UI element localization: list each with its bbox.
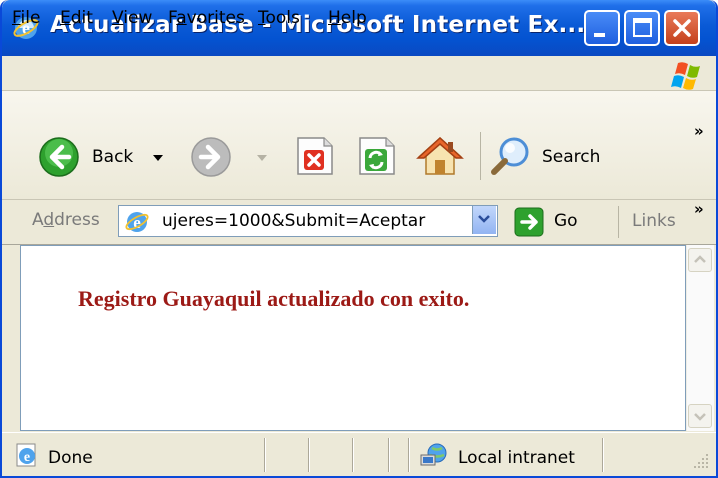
chevron-up-icon [694,255,706,263]
menu-file-label: ile [20,8,41,28]
menu-tools[interactable]: Tools [258,8,300,28]
status-divider [308,438,310,472]
page-content [20,245,686,431]
status-bar [2,432,716,476]
status-divider [388,438,390,472]
maximize-button[interactable] [624,10,660,46]
address-label-accel: d [43,210,55,230]
status-divider [264,438,266,472]
menu-view[interactable]: View [112,8,152,28]
menu-favorites[interactable]: Favorites [168,8,245,28]
stop-icon[interactable] [292,134,336,178]
links-label[interactable]: Links [632,211,676,231]
address-url[interactable]: ujeres=1000&Submit=Aceptar [162,211,425,231]
address-label-rest: dress [54,210,100,230]
resize-grip-icon[interactable] [692,452,710,470]
menu-help[interactable]: Help [328,8,367,28]
chevron-down-icon [694,413,706,421]
status-divider [352,438,354,472]
back-button-label[interactable]: Back [92,147,133,167]
status-text: Done [48,448,93,468]
menu-edit-label: dit [70,8,93,28]
menu-edit-accel: E [60,8,71,28]
go-button-label[interactable]: Go [554,211,578,231]
page-status-ie-icon: e [16,443,36,467]
search-icon[interactable] [488,134,534,178]
minimize-icon [594,33,605,37]
scroll-up-button[interactable] [688,248,712,272]
menu-bar [2,56,716,91]
menu-edit[interactable]: Edit [60,8,93,28]
success-message: Registro Guayaquil actualizado con exito… [78,286,470,311]
menu-favorites-pre: F [168,8,177,28]
address-separator [618,206,619,238]
status-divider [408,438,410,472]
close-icon [673,19,691,37]
close-button[interactable] [664,10,700,46]
menu-tools-label: ools [265,8,300,28]
toolbar-chevron[interactable]: » [694,122,704,140]
address-label: Address [32,210,100,230]
scroll-down-button[interactable] [688,404,712,428]
go-arrow-icon[interactable] [514,207,544,237]
menu-view-label: iew [123,8,153,28]
toolbar-separator [480,132,481,180]
back-dropdown-icon[interactable] [152,154,164,162]
local-intranet-icon [420,443,447,466]
menu-help-label: elp [340,8,367,28]
browser-window: e Actualizar Base - Microsoft Internet E… [0,0,718,478]
back-arrow-icon[interactable] [38,136,80,178]
address-dropdown-button[interactable] [472,206,496,234]
status-divider [602,438,604,472]
address-label-pre: A [32,210,44,230]
menu-file-accel: F [12,8,21,28]
forward-arrow-icon[interactable] [190,136,232,178]
maximize-icon [633,18,652,37]
menu-help-accel: H [328,8,341,28]
refresh-icon[interactable] [354,134,398,178]
zone-text: Local intranet [458,448,575,468]
page-ie-icon: e [125,212,149,232]
svg-text:e: e [24,450,30,465]
menu-favorites-label: vorites [186,8,245,28]
links-chevron[interactable]: » [694,200,704,218]
menu-favorites-accel: a [176,8,187,28]
minimize-button[interactable] [584,10,620,46]
forward-dropdown-icon[interactable] [256,154,268,162]
menu-tools-accel: T [258,8,266,28]
menu-file[interactable]: File [12,8,40,28]
chevron-down-icon [478,215,490,223]
search-button-label[interactable]: Search [542,147,600,167]
home-icon[interactable] [416,134,464,178]
windows-logo-icon [671,62,700,90]
menu-view-accel: V [112,8,124,28]
